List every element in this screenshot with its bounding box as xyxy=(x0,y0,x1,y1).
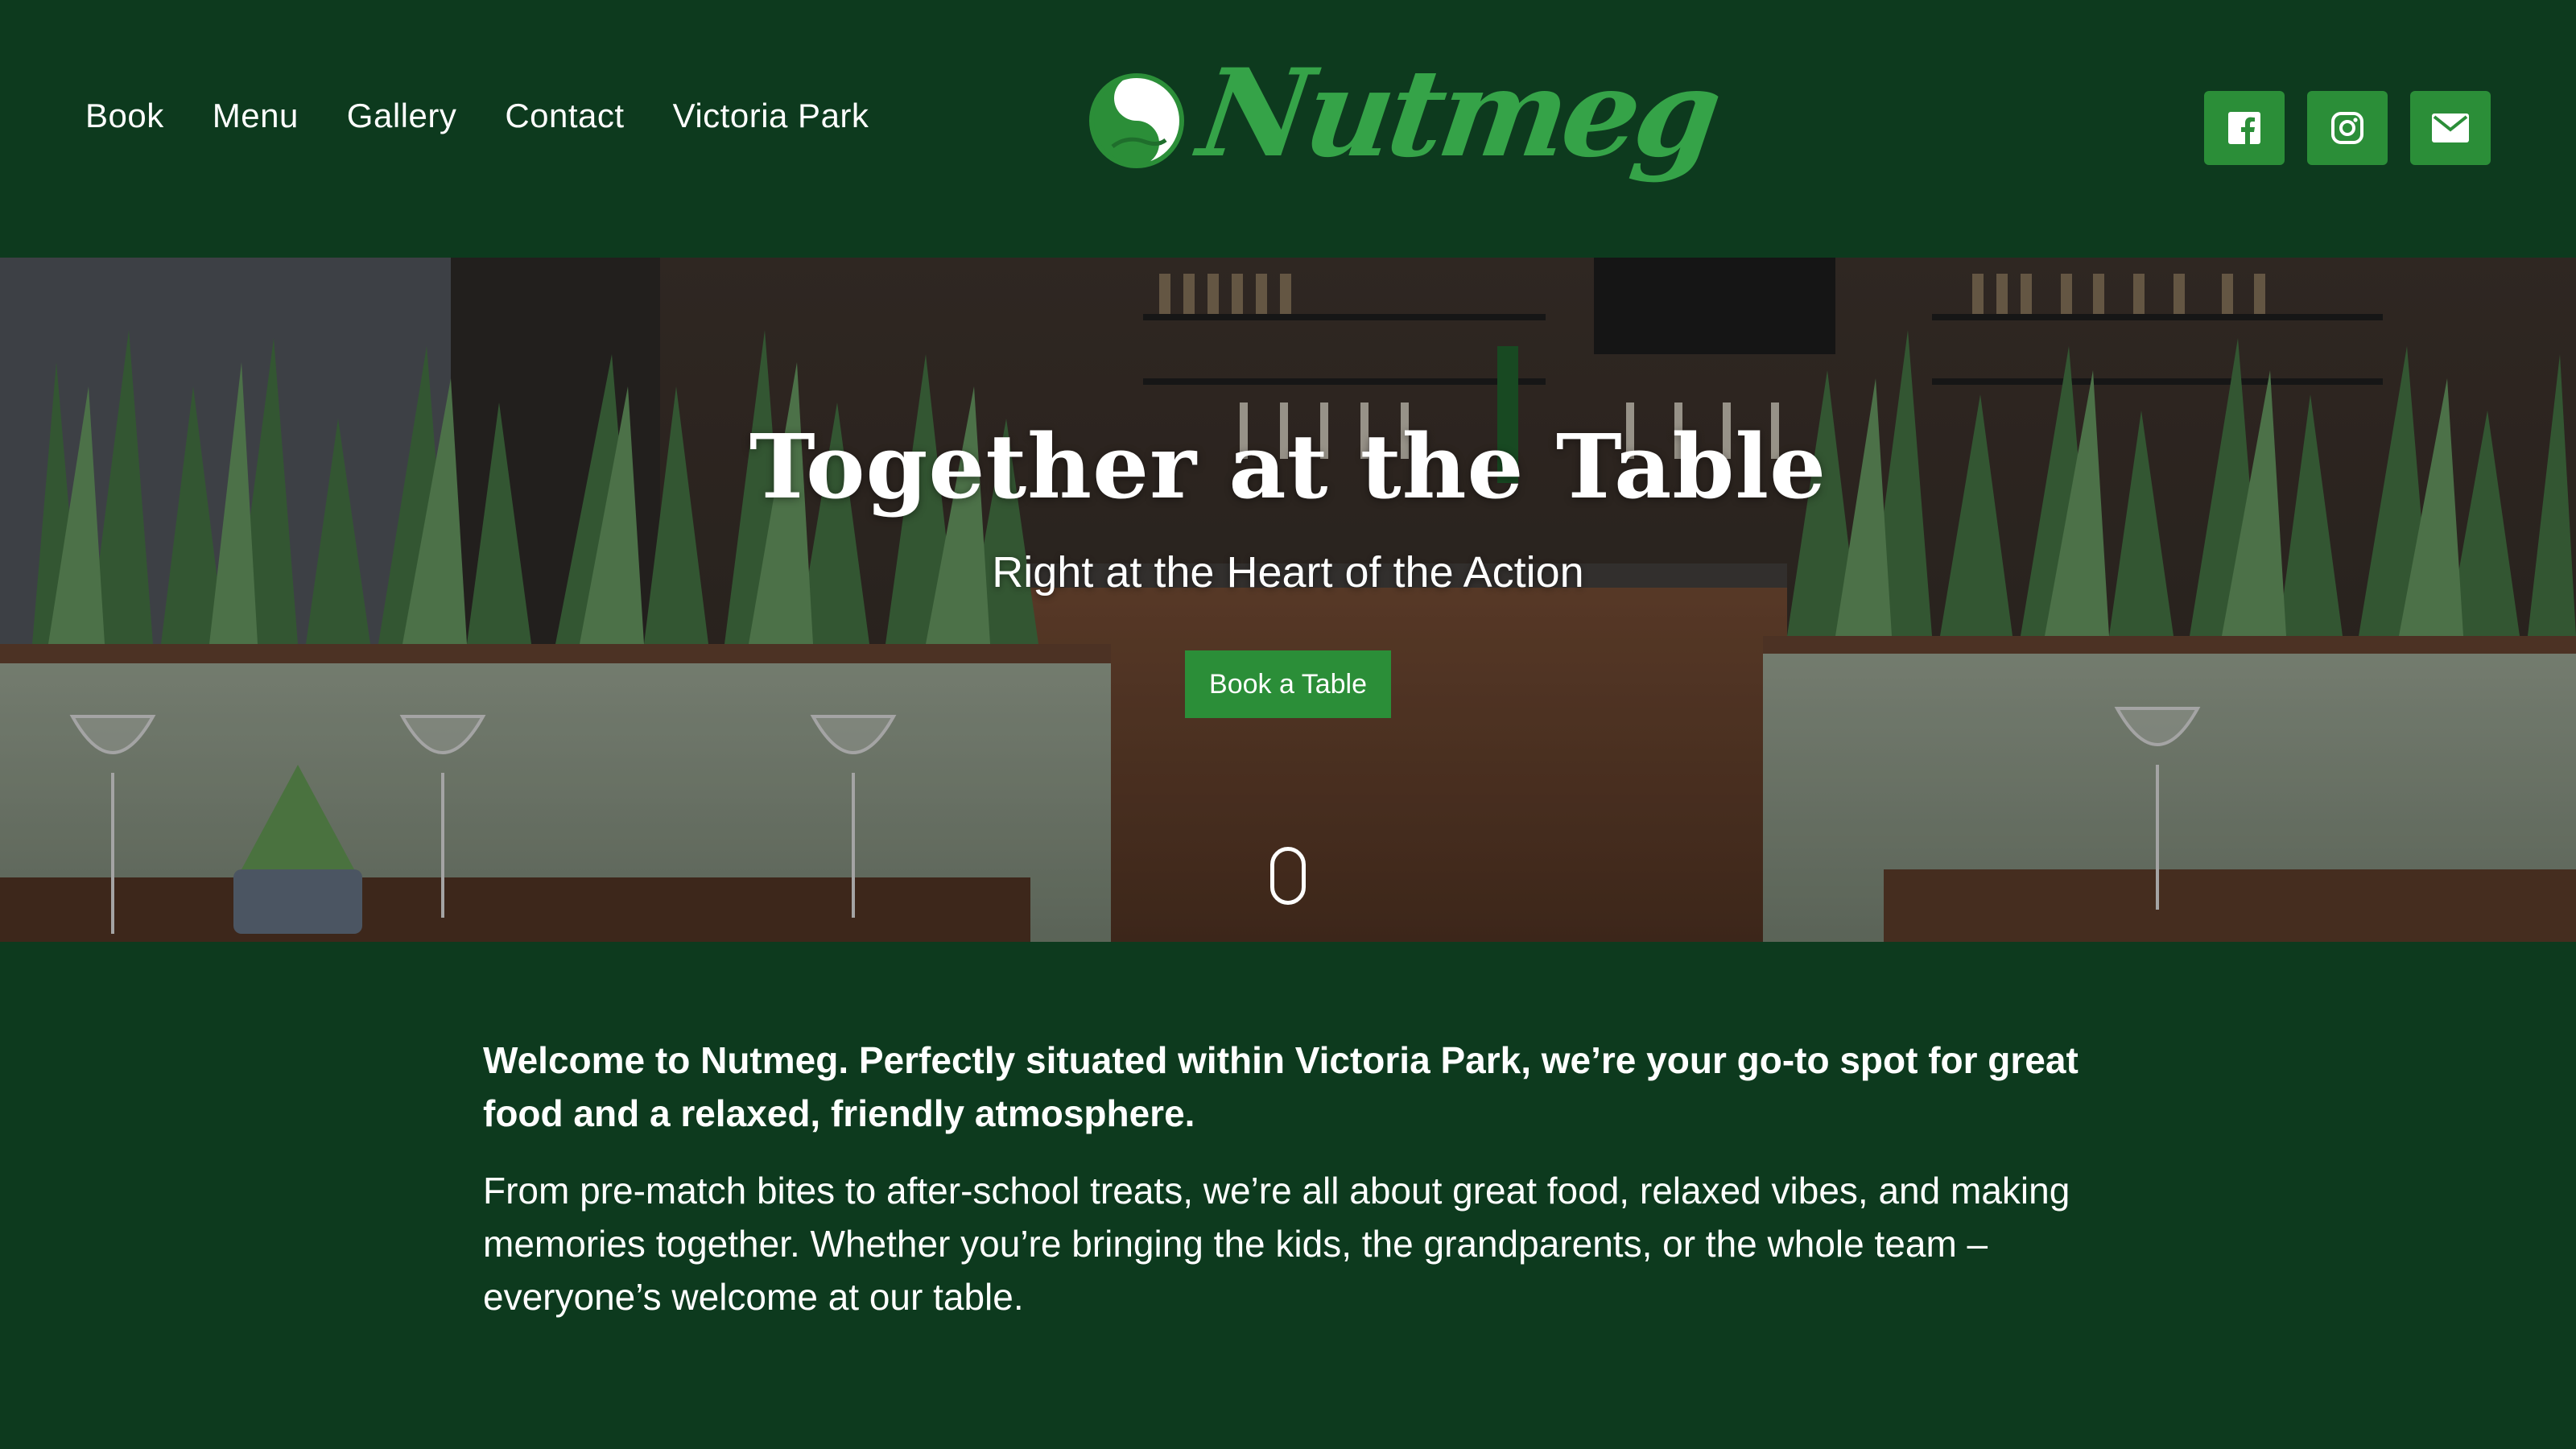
main-nav: Book Menu Gallery Contact Victoria Park xyxy=(85,97,869,135)
intro-lead-text: Welcome to Nutmeg. Perfectly situated wi… xyxy=(483,1039,2079,1134)
nav-link-victoria-park[interactable]: Victoria Park xyxy=(673,97,869,135)
book-a-table-button[interactable]: Book a Table xyxy=(1185,650,1391,718)
facebook-icon xyxy=(2228,112,2260,144)
email-icon xyxy=(2432,114,2469,142)
nav-link-menu[interactable]: Menu xyxy=(213,97,299,135)
instagram-button[interactable] xyxy=(2307,91,2388,165)
intro-body-text: From pre-match bites to after-school tre… xyxy=(483,1170,2070,1318)
facebook-button[interactable] xyxy=(2204,91,2285,165)
logo-mark-icon xyxy=(1089,73,1184,168)
instagram-icon xyxy=(2331,112,2363,144)
hero-title: Together at the Table xyxy=(749,415,1827,518)
site-header: Book Menu Gallery Contact Victoria Park … xyxy=(0,0,2576,258)
logo[interactable]: Nutmeg xyxy=(1088,43,1725,209)
logo-wordmark: Nutmeg xyxy=(1191,43,1725,184)
nav-link-book[interactable]: Book xyxy=(85,97,164,135)
hero-subtitle: Right at the Heart of the Action xyxy=(992,548,1584,597)
intro-section: Welcome to Nutmeg. Perfectly situated wi… xyxy=(483,1034,2093,1323)
nav-link-contact[interactable]: Contact xyxy=(505,97,624,135)
email-button[interactable] xyxy=(2410,91,2491,165)
nav-link-gallery[interactable]: Gallery xyxy=(347,97,457,135)
social-links xyxy=(2204,91,2491,165)
hero-overlay xyxy=(0,258,2576,942)
hero-banner: Together at the Table Right at the Heart… xyxy=(0,258,2576,942)
scroll-down-icon[interactable] xyxy=(1270,847,1306,905)
